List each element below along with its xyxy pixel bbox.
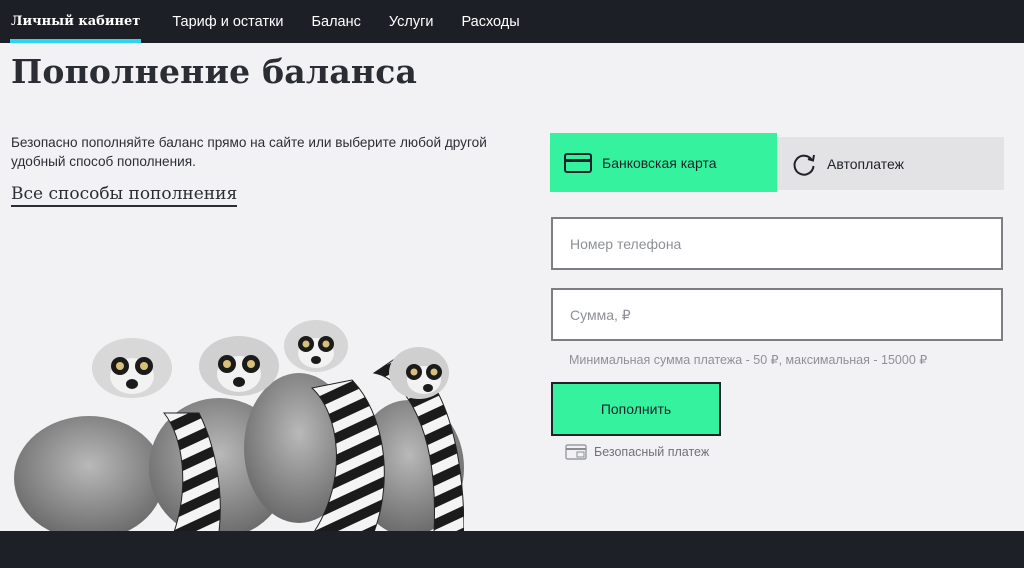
amount-input[interactable] [551,288,1003,341]
nav-item-services[interactable]: Услуги [389,0,434,43]
nav-item-tariff[interactable]: Тариф и остатки [172,0,283,43]
intro-text: Безопасно пополняйте баланс прямо на сай… [11,135,487,169]
nav-item-expenses[interactable]: Расходы [461,0,519,43]
amount-limits-hint: Минимальная сумма платежа - 50 ₽, максим… [569,353,928,367]
tab-autopay[interactable]: Автоплатеж [777,137,1004,190]
nav-item-label: Баланс [311,13,361,30]
payment-method-tabs: Банковская карта Автоплатеж [550,133,1004,192]
secure-card-icon [565,444,587,460]
nav-item-label: Тариф и остатки [172,13,284,30]
refresh-icon [791,151,817,177]
top-navigation: Личный кабинет Тариф и остатки Баланс Ус… [0,0,1024,43]
tab-label: Автоплатеж [827,155,904,172]
nav-item-label: Расходы [461,13,520,30]
phone-input[interactable] [551,217,1003,270]
top-up-button[interactable]: Пополнить [551,382,721,436]
secure-payment-label: Безопасный платеж [594,445,710,459]
page-title: Пополнение баланса [11,50,418,94]
footer-bar [0,531,1024,568]
credit-card-icon [564,152,592,173]
tab-bank-card[interactable]: Банковская карта [550,133,777,192]
all-methods-link[interactable]: Все способы пополнения [11,184,238,207]
page-title-wrap: Пополнение баланса [11,50,418,94]
secure-payment-note: Безопасный платеж [565,444,709,460]
tab-label: Банковская карта [602,154,717,171]
nav-item-personal-account[interactable]: Личный кабинет [9,0,142,43]
nav-item-label: Услуги [388,13,434,30]
lemurs-illustration [14,320,464,532]
nav-item-label: Личный кабинет [11,14,141,29]
page-title-text: Пополнение баланса [11,52,418,91]
nav-item-balance[interactable]: Баланс [312,0,361,43]
